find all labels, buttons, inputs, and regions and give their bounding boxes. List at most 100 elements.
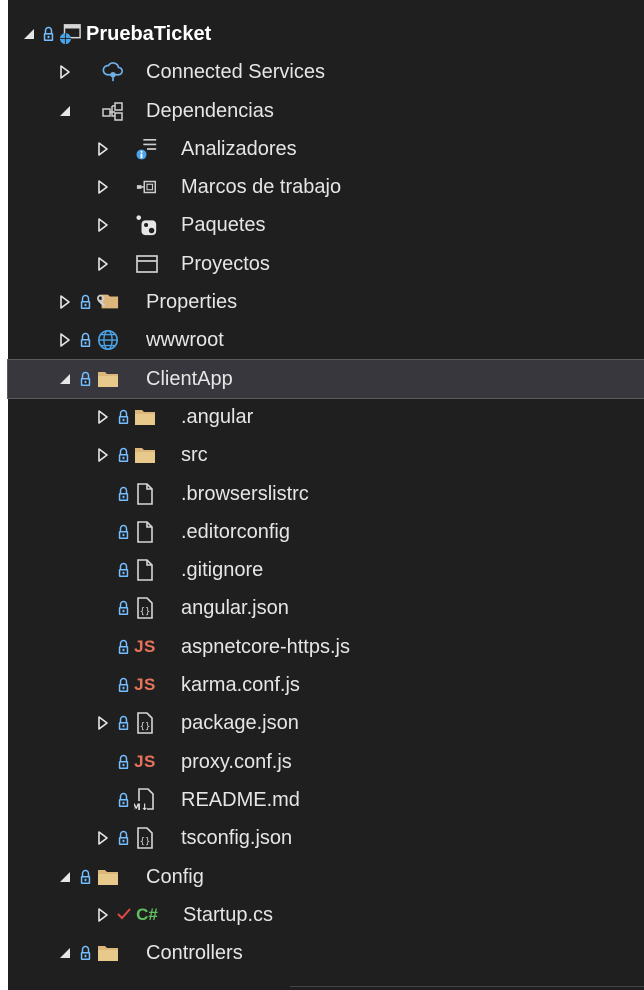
tree-item-label: Properties (146, 291, 238, 314)
json-file-icon: {} (134, 827, 156, 850)
expand-chevron-icon[interactable] (96, 445, 110, 465)
tree-item-pruebaticket[interactable]: PruebaTicket (8, 15, 644, 53)
tree-item-marcos-de-trabajo[interactable]: Marcos de trabajo (8, 168, 644, 206)
panel-divider (290, 986, 644, 987)
expand-chevron-icon[interactable] (96, 828, 110, 848)
tree-item-proxy-conf-js[interactable]: JS proxy.conf.js (8, 743, 644, 781)
tree-item-angular[interactable]: .angular (8, 398, 644, 436)
tree-item-label: package.json (181, 712, 299, 735)
expand-chevron-icon[interactable] (96, 713, 110, 733)
lock-icon (118, 562, 129, 578)
lock-icon (118, 830, 129, 846)
top-band (8, 0, 644, 8)
lock-icon (80, 332, 91, 348)
tree-item-angular-json[interactable]: {} angular.json (8, 589, 644, 627)
web-project-icon (59, 23, 81, 45)
lock-icon (43, 26, 54, 42)
expand-chevron-icon[interactable] (96, 215, 110, 235)
expand-chevron-icon[interactable] (58, 330, 72, 350)
packages-icon (136, 214, 158, 236)
tree-item-properties[interactable]: Properties (8, 283, 644, 321)
js-file-icon: JS (134, 675, 156, 695)
json-file-icon: {} (134, 597, 156, 620)
lock-icon (80, 869, 91, 885)
tree-item-browserslistrc[interactable]: .browserslistrc (8, 475, 644, 513)
expand-chevron-icon[interactable] (96, 254, 110, 274)
collapse-chevron-icon[interactable] (58, 369, 72, 389)
folder-icon (97, 866, 119, 888)
svg-text:M↓: M↓ (134, 803, 148, 812)
js-file-icon: JS (134, 751, 156, 771)
tree-item-label: tsconfig.json (181, 827, 293, 850)
tree-item-label: Startup.cs (183, 903, 274, 926)
tree-item-tsconfig-json[interactable]: {} tsconfig.json (8, 819, 644, 857)
folder-icon (134, 444, 156, 466)
tree-item-wwwroot[interactable]: wwwroot (8, 321, 644, 359)
tree-item-label: proxy.conf.js (181, 750, 292, 773)
expand-chevron-icon[interactable] (96, 177, 110, 197)
tree-item-label: Connected Services (146, 61, 325, 84)
tree-item-readme-md[interactable]: M↓ README.md (8, 781, 644, 819)
collapse-chevron-icon[interactable] (58, 943, 72, 963)
folder-icon (97, 942, 119, 964)
tree-item-label: aspnetcore-https.js (181, 635, 350, 658)
collapse-chevron-icon[interactable] (22, 24, 36, 44)
lock-icon (118, 524, 129, 540)
tree-item-label: Paquetes (181, 214, 266, 237)
expand-chevron-icon[interactable] (96, 905, 110, 925)
lock-icon (80, 371, 91, 387)
tree-item-src[interactable]: src (8, 436, 644, 474)
tree-item-label: Controllers (146, 942, 243, 965)
tree-item-label: angular.json (181, 597, 289, 620)
tree-item-startup-cs[interactable]: C# Startup.cs (8, 896, 644, 934)
tree-item-label: ClientApp (146, 367, 233, 390)
tree-item-clientapp[interactable]: ClientApp (7, 358, 644, 399)
window-edge (0, 0, 8, 990)
tree-item-aspnetcore-https-js[interactable]: JS aspnetcore-https.js (8, 628, 644, 666)
tree-item-gitignore[interactable]: .gitignore (8, 551, 644, 589)
tree-item-karma-conf-js[interactable]: JS karma.conf.js (8, 666, 644, 704)
tree-item-label: .editorconfig (181, 520, 290, 543)
svg-text:{}: {} (140, 722, 151, 732)
lock-icon (118, 792, 129, 808)
tree-item-label: .angular (181, 405, 254, 428)
tree-item-connected-services[interactable]: Connected Services (8, 53, 644, 91)
tree-item-label: src (181, 444, 208, 467)
tree-item-label: wwwroot (146, 329, 224, 352)
lock-icon (118, 715, 129, 731)
tree-item-config[interactable]: Config (8, 858, 644, 896)
lock-icon (118, 639, 129, 655)
expand-chevron-icon[interactable] (58, 62, 72, 82)
expand-chevron-icon[interactable] (58, 292, 72, 312)
tree-item-dependencias[interactable]: Dependencias (8, 92, 644, 130)
js-file-icon: JS (134, 636, 156, 656)
lock-icon (118, 600, 129, 616)
tree-item-editorconfig[interactable]: .editorconfig (8, 513, 644, 551)
lock-icon (118, 447, 129, 463)
checked-in-icon (116, 907, 132, 923)
tree-item-paquetes[interactable]: Paquetes (8, 206, 644, 244)
lock-icon (118, 677, 129, 693)
expand-chevron-icon[interactable] (96, 407, 110, 427)
file-icon (134, 482, 156, 505)
file-icon (134, 521, 156, 543)
collapse-chevron-icon[interactable] (58, 101, 72, 121)
dependencies-icon (102, 100, 124, 122)
collapse-chevron-icon[interactable] (58, 867, 72, 887)
properties-folder-icon (97, 291, 119, 313)
tree-item-analizadores[interactable]: Analizadores (8, 130, 644, 168)
lock-icon (118, 486, 129, 502)
tree-item-package-json[interactable]: {} package.json (8, 704, 644, 742)
globe-icon (97, 329, 119, 351)
folder-icon (134, 406, 156, 428)
svg-text:{}: {} (140, 837, 151, 847)
analyzers-icon (136, 138, 158, 160)
tree-item-label: Marcos de trabajo (181, 176, 342, 199)
tree-item-proyectos[interactable]: Proyectos (8, 245, 644, 283)
expand-chevron-icon[interactable] (96, 139, 110, 159)
tree-item-controllers[interactable]: Controllers (8, 934, 644, 972)
svg-text:{}: {} (140, 607, 151, 617)
tree-item-label: README.md (181, 788, 300, 811)
json-file-icon: {} (134, 712, 156, 735)
folder-icon (97, 368, 119, 390)
